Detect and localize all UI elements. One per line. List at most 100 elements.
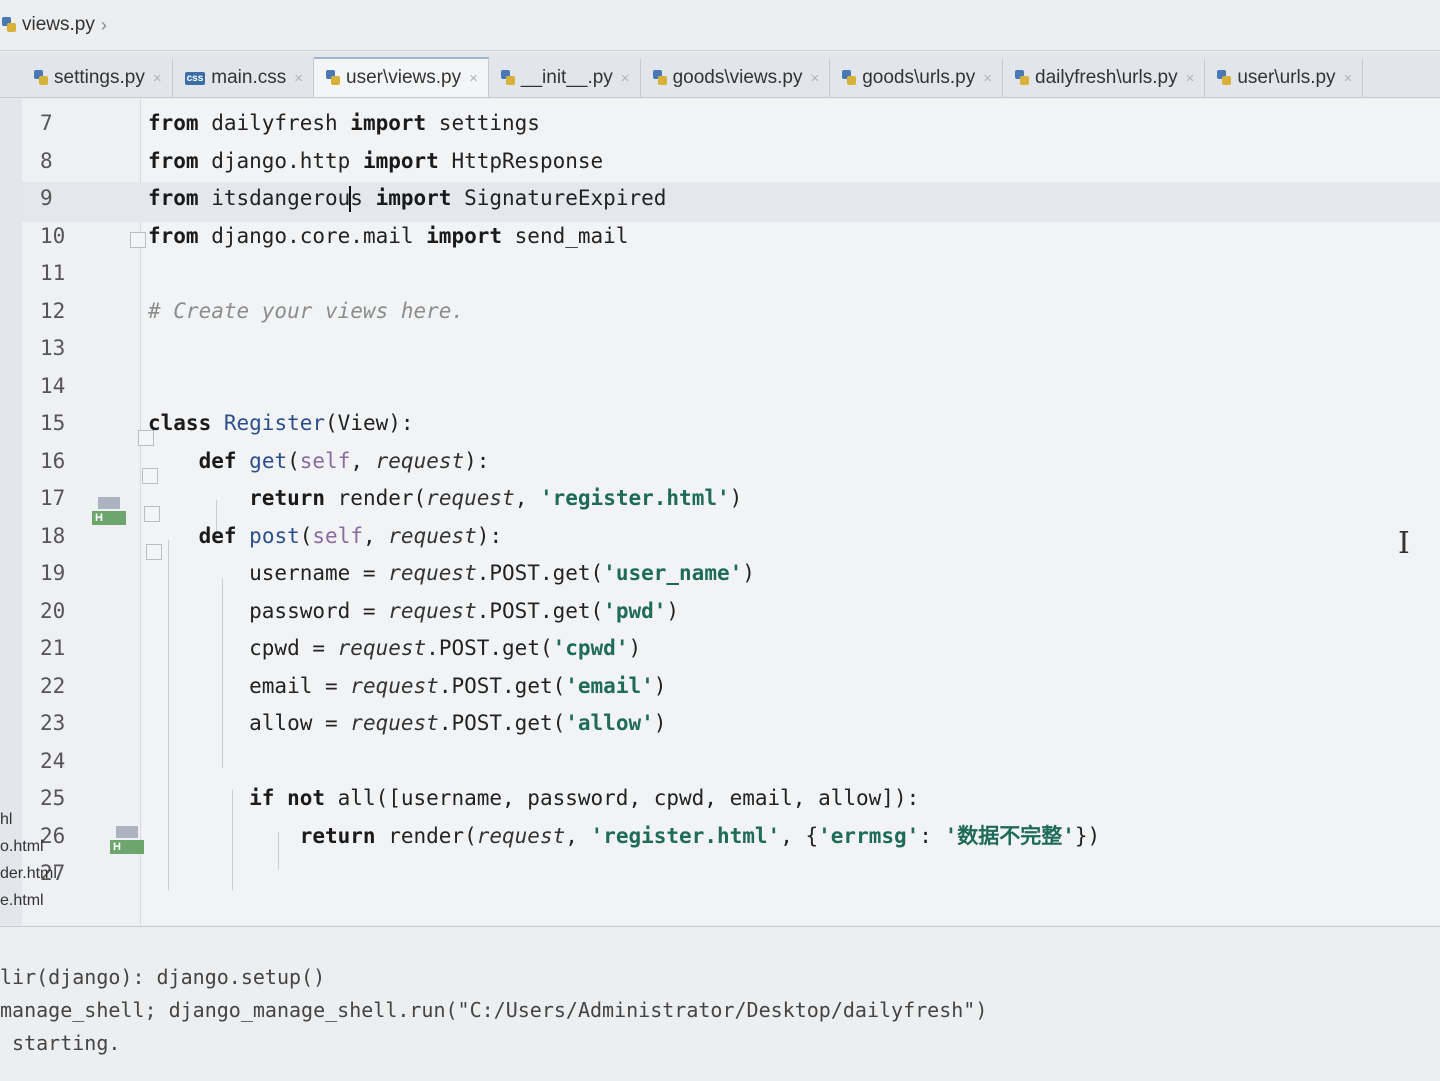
line-code: def get(self, request): [148, 442, 490, 480]
line-number: 23 [40, 711, 66, 735]
code-token: if not [249, 786, 326, 810]
project-file-item[interactable]: e.html [0, 887, 70, 914]
code-line[interactable]: 20 password = request.POST.get('pwd') [0, 592, 1440, 630]
code-token: render( [325, 486, 427, 510]
close-icon[interactable]: × [1186, 70, 1195, 87]
python-file-icon [500, 70, 515, 86]
line-number: 17 [40, 486, 66, 510]
code-token: SignatureExpired [451, 186, 667, 210]
code-line[interactable]: 19 username = request.POST.get('user_nam… [0, 554, 1440, 592]
code-line[interactable]: 23 allow = request.POST.get('allow') [0, 704, 1440, 742]
console-line: lir(django): django.setup() [0, 965, 326, 989]
close-icon[interactable]: × [294, 70, 303, 87]
console-line: manage_shell; django_manage_shell.run("C… [0, 998, 988, 1022]
code-token: # Create your views here. [148, 298, 465, 323]
line-number: 24 [40, 748, 66, 773]
code-line[interactable]: 15 class Register(View): [0, 404, 1440, 442]
code-line[interactable]: 18 def post(self, request): [0, 517, 1440, 555]
code-line[interactable]: 11 [0, 254, 1440, 292]
editor-tab-label: __init__.py [520, 67, 613, 88]
code-line[interactable]: 14 [0, 367, 1440, 405]
code-line[interactable]: 10 from django.core.mail import send_mail [0, 217, 1440, 255]
editor-tab-label: user\urls.py [1237, 67, 1336, 88]
close-icon[interactable]: × [810, 70, 819, 87]
breadcrumb[interactable]: views.py › [0, 0, 1440, 51]
code-line[interactable]: 22 email = request.POST.get('email') [0, 667, 1440, 705]
code-line[interactable]: 27 [0, 854, 1440, 892]
code-token: return [249, 486, 326, 510]
breadcrumb-file[interactable]: views.py [22, 14, 95, 36]
code-token: (View): [325, 411, 414, 435]
close-icon[interactable]: × [621, 70, 630, 87]
editor-tab-label: user\views.py [346, 67, 462, 88]
editor-tab-label: main.css [211, 67, 287, 88]
code-line[interactable]: 13 [0, 329, 1440, 367]
code-token: .POST.get( [438, 673, 566, 698]
editor-tab[interactable]: __init__.py × [489, 59, 641, 97]
line-code: email = request.POST.get('email') [148, 667, 666, 705]
editor-tab-label: goods\urls.py [862, 67, 976, 88]
editor-tab-label: goods\views.py [672, 67, 803, 88]
code-token: }) [1074, 823, 1101, 848]
code-token: 'allow' [565, 711, 654, 735]
editor-tab[interactable]: dailyfresh\urls.py × [1003, 59, 1206, 97]
code-token: s [350, 186, 376, 210]
code-token: import [426, 223, 503, 248]
code-token: , [362, 523, 389, 548]
project-file-list: hl o.html der.html e.html [0, 806, 70, 914]
close-icon[interactable]: × [983, 70, 992, 87]
css-file-icon: css [184, 71, 206, 85]
code-token: from [148, 186, 199, 210]
code-token: request [426, 486, 515, 510]
editor-tab[interactable]: goods\urls.py × [830, 59, 1004, 97]
line-number: 20 [40, 598, 66, 623]
code-token: Register [223, 411, 326, 435]
editor-tab[interactable]: user\urls.py × [1205, 59, 1364, 97]
code-token: .POST.get( [438, 711, 566, 735]
code-line[interactable]: 8 from django.http import HttpResponse [0, 142, 1440, 180]
code-line[interactable]: 17 return render(request, 'register.html… [0, 479, 1440, 517]
line-code: from dailyfresh import settings [148, 104, 540, 142]
code-token: ( [299, 523, 313, 548]
line-number: 22 [40, 673, 66, 698]
code-token: request [388, 523, 477, 548]
code-token: import [375, 186, 452, 210]
code-line[interactable]: 24 [0, 742, 1440, 780]
line-number: 14 [40, 373, 66, 398]
code-line[interactable]: 26 return render(request, 'register.html… [0, 817, 1440, 855]
close-icon[interactable]: × [153, 70, 162, 87]
code-line[interactable]: 9 from itsdangerous import SignatureExpir… [0, 179, 1440, 217]
editor-tab[interactable]: settings.py × [22, 59, 173, 97]
editor-tab[interactable]: user\views.py × [314, 57, 489, 97]
run-console[interactable]: lir(django): django.setup() manage_shell;… [0, 926, 1440, 1081]
project-file-item[interactable]: der.html [0, 860, 70, 887]
close-icon[interactable]: × [469, 70, 478, 87]
code-token: password = [148, 598, 389, 623]
code-token: 'email' [565, 673, 654, 698]
code-token: ( [287, 448, 300, 473]
line-number: 16 [40, 448, 66, 473]
code-token: username = [148, 561, 389, 585]
close-icon[interactable]: × [1344, 70, 1353, 87]
code-line[interactable]: 7 from dailyfresh import settings [0, 104, 1440, 142]
project-file-item[interactable]: hl [0, 806, 70, 833]
line-code: return render(request, 'register.html', … [148, 817, 1100, 855]
code-token: django.core.mail [198, 223, 427, 248]
editor-tab[interactable]: goods\views.py × [641, 59, 831, 97]
code-token: : [919, 823, 945, 848]
text-cursor-icon: I [1398, 526, 1410, 561]
code-line[interactable]: 21 cpwd = request.POST.get('cpwd') [0, 629, 1440, 667]
line-code: username = request.POST.get('user_name') [148, 554, 755, 592]
code-line[interactable]: 16 def get(self, request): [0, 442, 1440, 480]
editor-tab[interactable]: css main.css × [173, 59, 315, 97]
code-token: 'errmsg' [818, 823, 920, 848]
code-line[interactable]: 12 # Create your views here. [0, 292, 1440, 330]
line-code: return render(request, 'register.html') [148, 479, 742, 517]
line-code: if not all([username, password, cpwd, em… [148, 779, 919, 817]
code-token: post [249, 523, 300, 548]
project-file-item[interactable]: o.html [0, 833, 70, 860]
code-line[interactable]: 25 if not all([username, password, cpwd,… [0, 779, 1440, 817]
code-token: ) [628, 636, 642, 660]
